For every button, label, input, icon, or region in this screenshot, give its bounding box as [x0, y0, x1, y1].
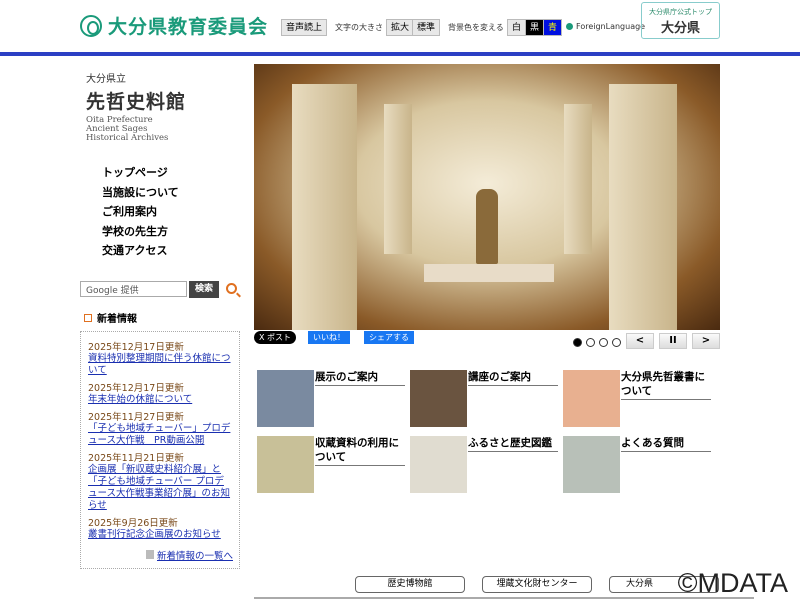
site-logo-prefix: 大分県立 [86, 74, 126, 85]
foreign-language-text: ForeignLanguage [576, 22, 646, 31]
card-label: よくある質問 [621, 436, 711, 452]
nav-teachers[interactable]: 学校の先生方 [102, 223, 179, 243]
slide-dot-1[interactable] [573, 338, 582, 347]
standard-button[interactable]: 標準 [412, 19, 441, 36]
slide-next-button[interactable]: > [692, 333, 720, 349]
speech-button[interactable]: 音声読上 [281, 19, 328, 36]
news-link[interactable]: 叢書刊行記念企画展のお知らせ [88, 529, 233, 541]
card-faq[interactable]: よくある質問 [563, 436, 713, 496]
nav-about[interactable]: 当施設について [102, 184, 179, 204]
foreign-language-link[interactable]: ForeignLanguage [566, 22, 645, 31]
enlarge-button[interactable]: 拡大 [386, 19, 415, 36]
news-title: 新着情報 [97, 314, 137, 325]
prefecture-top-link[interactable]: 大分県庁公式トップ大分県 [641, 2, 720, 39]
pref-top-label: 大分県庁公式トップ [649, 8, 712, 16]
card-label: 大分県先哲叢書について [621, 370, 711, 400]
card-thumbnail [410, 436, 467, 493]
news-more-link[interactable]: 新着情報の一覧へ [145, 548, 233, 562]
news-link[interactable]: 年末年始の休館について [88, 394, 233, 406]
news-heading: 新着情報 [84, 310, 137, 325]
site-logo-name: 先哲史料館 [86, 91, 187, 113]
news-link[interactable]: 「子ども地域チューバー」プロデュース大作戦 PR動画公開 [88, 423, 233, 447]
facebook-like-button[interactable]: いいね！ [308, 331, 350, 344]
news-date: 2025年11月27日更新 [88, 412, 184, 423]
bg-color-label: 背景色を変える [448, 23, 504, 32]
news-date: 2025年9月26日更新 [88, 518, 178, 529]
globe-icon [566, 23, 573, 30]
footer-link-history-museum[interactable]: 歴史博物館 [355, 576, 465, 593]
font-size-label: 文字の大きさ [335, 23, 383, 32]
site-logo-en: Historical Archives [86, 133, 169, 143]
slide-pause-button[interactable]: II [659, 333, 687, 349]
news-date: 2025年12月17日更新 [88, 342, 184, 353]
card-label: 展示のご案内 [315, 370, 405, 386]
square-bullet-icon [84, 313, 92, 322]
prefecture-emblem-icon [80, 14, 102, 37]
nav-top[interactable]: トップページ [102, 164, 179, 184]
card-thumbnail [410, 370, 467, 427]
x-post-button[interactable]: X ポスト [254, 331, 297, 344]
card-thumbnail [563, 370, 620, 427]
pref-top-logo: 大分県 [660, 21, 700, 36]
document-icon [145, 550, 154, 559]
card-label: 講座のご案内 [468, 370, 558, 386]
card-lectures[interactable]: 講座のご案内 [410, 370, 560, 430]
card-thumbnail [257, 436, 314, 493]
main-nav: トップページ 当施設について ご利用案内 学校の先生方 交通アクセス [102, 164, 179, 262]
card-history-guide[interactable]: ふるさと歴史図鑑 [410, 436, 560, 496]
card-label: 収蔵資料の利用について [315, 436, 405, 466]
news-link[interactable]: 資料特別整理期間に伴う休館について [88, 353, 233, 377]
board-of-education-logo[interactable]: 大分県教育委員会 [80, 12, 268, 39]
slide-prev-button[interactable]: < [626, 333, 654, 349]
card-collection-use[interactable]: 収蔵資料の利用について [257, 436, 407, 496]
card-exhibitions[interactable]: 展示のご案内 [257, 370, 407, 430]
watermark: ©MDATA [677, 568, 788, 598]
news-date: 2025年12月17日更新 [88, 383, 184, 394]
bg-blue-button[interactable]: 青 [543, 19, 563, 36]
slideshow-image[interactable] [254, 64, 720, 330]
news-date: 2025年11月21日更新 [88, 453, 184, 464]
search-icon[interactable] [226, 283, 237, 294]
facebook-share-button[interactable]: シェアする [364, 331, 414, 344]
card-series[interactable]: 大分県先哲叢書について [563, 370, 713, 430]
card-thumbnail [563, 436, 620, 493]
card-thumbnail [257, 370, 314, 427]
slide-dot-2[interactable] [586, 338, 595, 347]
footer-link-archaeology-center[interactable]: 埋蔵文化財センター [482, 576, 592, 593]
nav-guide[interactable]: ご利用案内 [102, 203, 179, 223]
card-label: ふるさと歴史図鑑 [468, 436, 558, 452]
bg-white-button[interactable]: 白 [507, 19, 527, 36]
slide-dot-4[interactable] [612, 338, 621, 347]
slide-dot-3[interactable] [599, 338, 608, 347]
search-input[interactable]: Google 提供 [80, 281, 187, 297]
nav-access[interactable]: 交通アクセス [102, 242, 179, 262]
header-divider [0, 52, 800, 56]
bg-black-button[interactable]: 黒 [525, 19, 545, 36]
search-button[interactable]: 検索 [189, 281, 219, 298]
news-list: 2025年12月17日更新 資料特別整理期間に伴う休館について 2025年12月… [80, 331, 240, 569]
logo-text: 大分県教育委員会 [108, 16, 269, 38]
site-logo[interactable]: 大分県立 先哲史料館 Oita Prefecture Ancient Sages… [86, 70, 186, 143]
news-link[interactable]: 企画展「新収蔵史料紹介展」と「子ども地域チューバー プロデュース大作戦事業紹介展… [88, 464, 233, 512]
news-more-text: 新着情報の一覧へ [156, 551, 233, 562]
